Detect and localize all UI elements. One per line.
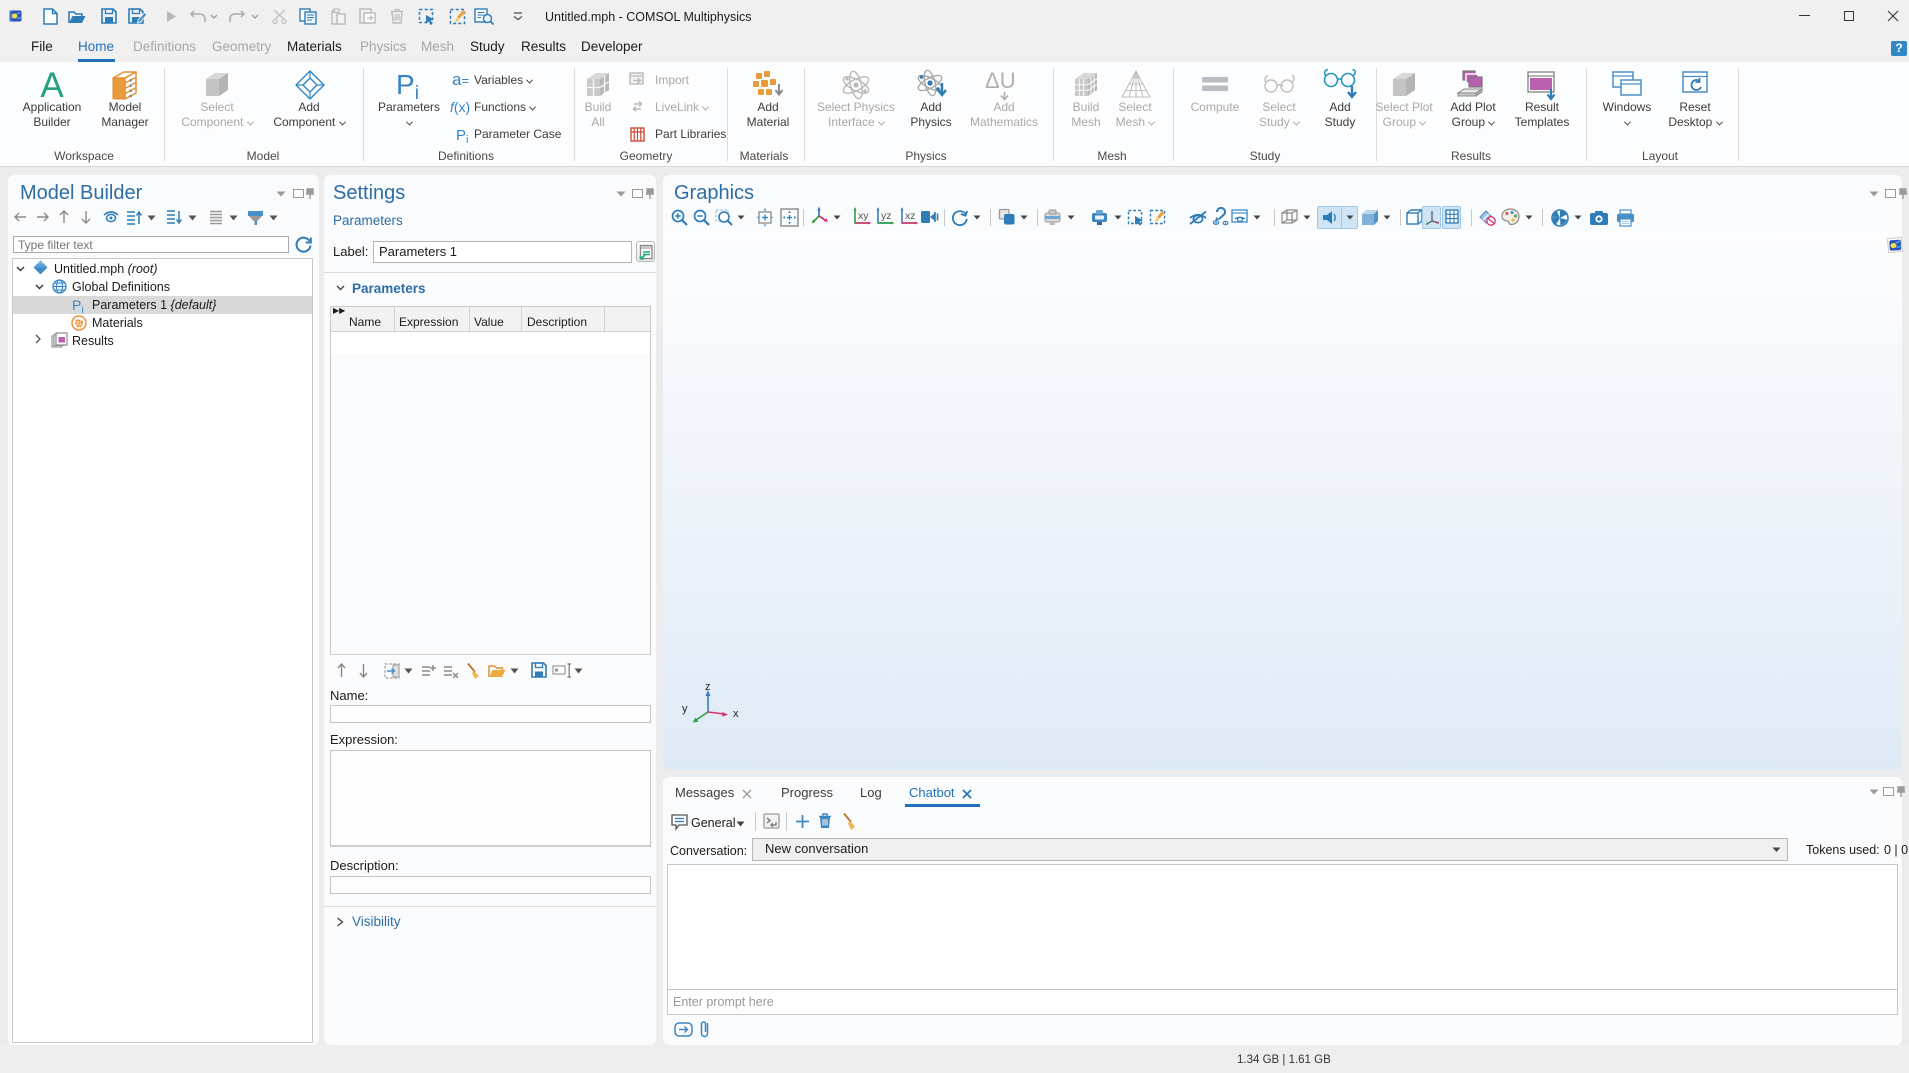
svg-text:y: y (682, 703, 688, 715)
svg-text:yz: yz (881, 210, 892, 222)
svg-text:xy: xy (858, 210, 869, 222)
svg-text:x: x (733, 708, 739, 720)
svg-text:xz: xz (905, 210, 916, 222)
svg-text:z: z (705, 681, 711, 693)
